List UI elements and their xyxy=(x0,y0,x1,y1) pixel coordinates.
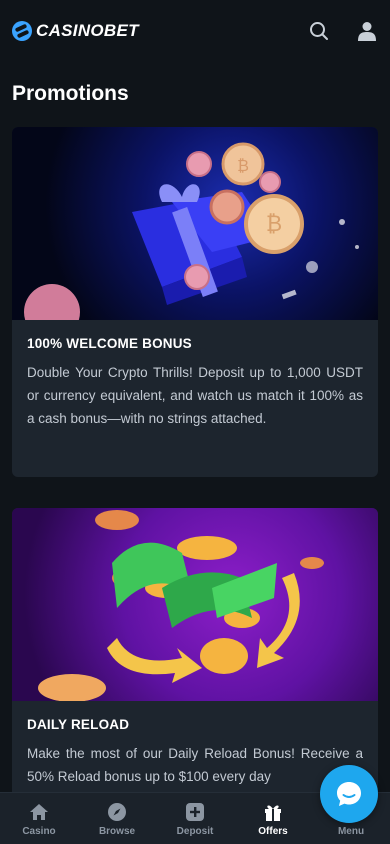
chat-button[interactable] xyxy=(320,765,378,823)
user-icon[interactable] xyxy=(356,20,378,42)
nav-label: Deposit xyxy=(176,825,214,837)
nav-label: Casino xyxy=(22,825,56,837)
svg-text:₿: ₿ xyxy=(237,156,249,175)
brand-name: CASINOBET xyxy=(36,21,139,40)
promo-card-daily-reload[interactable]: DAILY RELOAD Make the most of our Daily … xyxy=(12,508,378,808)
nav-item-browse[interactable]: Browse xyxy=(78,801,156,837)
logo-mark-icon xyxy=(12,21,32,41)
nav-item-deposit[interactable]: Deposit xyxy=(156,801,234,837)
promo-title: DAILY RELOAD xyxy=(27,717,130,732)
nav-label: Offers xyxy=(258,825,288,837)
nav-label: Menu xyxy=(337,825,365,837)
page-title: Promotions xyxy=(12,82,129,105)
svg-text:₿: ₿ xyxy=(266,212,282,237)
home-icon xyxy=(28,801,50,823)
plus-square-icon xyxy=(184,801,206,823)
promo-card-welcome[interactable]: ₿ ₿ 100% WELCOME BONUS Double Your Crypt… xyxy=(12,127,378,477)
nav-item-offers[interactable]: Offers xyxy=(234,801,312,837)
promo-description: Double Your Crypto Thrills! Deposit up t… xyxy=(27,365,363,426)
chat-bubble-icon xyxy=(337,782,361,806)
nav-label: Browse xyxy=(98,825,136,837)
compass-icon xyxy=(106,801,128,823)
welcome-bonus-banner-image: ₿ ₿ xyxy=(12,127,378,320)
gift-icon xyxy=(262,801,284,823)
search-icon[interactable] xyxy=(308,20,330,42)
promo-title: 100% WELCOME BONUS xyxy=(27,336,192,351)
nav-item-casino[interactable]: Casino xyxy=(0,801,78,837)
daily-reload-banner-image xyxy=(12,508,378,701)
brand-logo[interactable]: CASINOBET xyxy=(12,21,139,41)
top-header: CASINOBET xyxy=(0,0,390,62)
promo-description: Make the most of our Daily Reload Bonus!… xyxy=(27,746,363,784)
